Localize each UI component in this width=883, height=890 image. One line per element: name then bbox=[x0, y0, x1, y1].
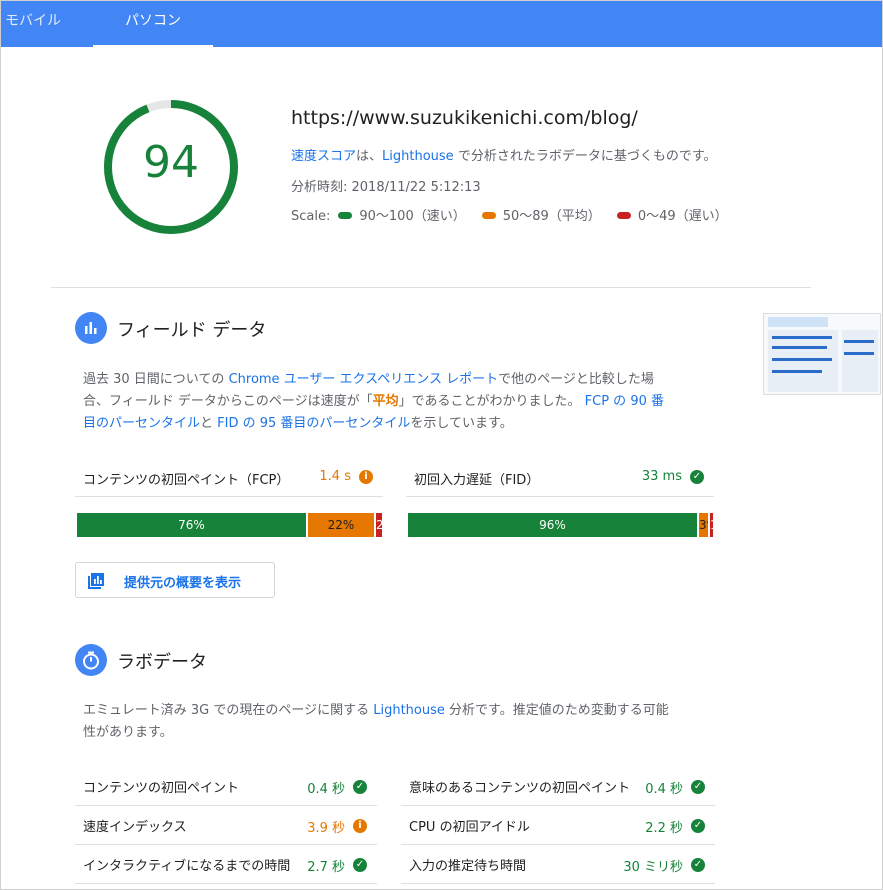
lab-metric-row: CPU の初回アイドル 2.2 秒 ✓ bbox=[401, 806, 715, 845]
info-icon: i bbox=[353, 819, 367, 833]
fid-bar-segment: 3% bbox=[699, 513, 708, 537]
fcp-metric-row: コンテンツの初回ペイント（FCP） 1.4 s i bbox=[75, 457, 383, 497]
bar-chart-icon bbox=[75, 312, 107, 344]
summary-divider bbox=[51, 287, 811, 288]
field-data-title: フィールド データ bbox=[117, 320, 267, 341]
score-scale: Scale: 90〜100（速い） 50〜89（平均） 0〜49（遅い） bbox=[291, 205, 728, 224]
fid-metric-row: 初回入力遅延（FID） 33 ms ✓ bbox=[406, 457, 714, 497]
lab-metric-row: 入力の推定待ち時間 30 ミリ秒 ✓ bbox=[401, 845, 715, 884]
desc-text-tail: で分析されたラボデータに基づくものです。 bbox=[453, 149, 717, 164]
lab-metric-label: 入力の推定待ち時間 bbox=[409, 859, 527, 874]
lab-metric-label: 速度インデックス bbox=[83, 820, 187, 835]
check-icon: ✓ bbox=[691, 858, 705, 872]
average-pill-icon bbox=[481, 212, 496, 219]
lab-metric-value: 0.4 秒 bbox=[307, 782, 345, 797]
show-origin-summary-button[interactable]: 提供元の概要を表示 bbox=[75, 562, 275, 598]
fcp-percentile-link[interactable]: FCP の 90 番 bbox=[585, 394, 664, 409]
check-icon: ✓ bbox=[353, 780, 367, 794]
lab-desc-text: エミュレート済み 3G での現在のページに関する bbox=[83, 703, 374, 718]
page-thumbnail bbox=[763, 313, 881, 395]
field-desc-text-4: 」であることがわかりました。 bbox=[398, 394, 585, 409]
score-value: 94 bbox=[143, 137, 199, 188]
fcp-label: コンテンツの初回ペイント（FCP） bbox=[83, 473, 290, 488]
analyzed-url: https://www.suzukikenichi.com/blog/ bbox=[291, 107, 638, 129]
lab-metric-value: 3.9 秒 bbox=[307, 821, 345, 836]
check-icon: ✓ bbox=[691, 780, 705, 794]
check-icon: ✓ bbox=[353, 858, 367, 872]
lab-metric-label: CPU の初回アイドル bbox=[409, 820, 530, 835]
scale-fast: 90〜100（速い） bbox=[359, 209, 466, 224]
fcp-value: 1.4 s bbox=[319, 469, 351, 484]
scale-slow: 0〜49（遅い） bbox=[637, 209, 728, 224]
info-icon: i bbox=[359, 470, 373, 484]
lab-metric-label: 意味のあるコンテンツの初回ペイント bbox=[409, 781, 631, 796]
speed-score-link[interactable]: 速度スコア bbox=[291, 149, 356, 164]
desc-text: は、 bbox=[356, 149, 383, 164]
lab-data-title: ラボデータ bbox=[117, 652, 207, 673]
score-description: 速度スコアは、Lighthouse で分析されたラボデータに基づくものです。 bbox=[291, 145, 717, 164]
lab-desc-text-2: 分析です。推定値のため変動する可能 bbox=[444, 703, 669, 718]
lab-lighthouse-link[interactable]: Lighthouse bbox=[373, 703, 445, 718]
library-chart-icon bbox=[88, 573, 104, 589]
slow-pill-icon bbox=[616, 212, 631, 219]
crux-report-link[interactable]: Chrome ユーザー エクスペリエンス レポート bbox=[229, 372, 499, 387]
device-tabbar: モバイル パソコン bbox=[1, 1, 882, 47]
lighthouse-link[interactable]: Lighthouse bbox=[382, 149, 454, 164]
lab-metric-value: 0.4 秒 bbox=[645, 782, 683, 797]
check-icon: ✓ bbox=[691, 819, 705, 833]
field-desc-text-2: で他のページと比較した場 bbox=[498, 372, 654, 387]
lab-metric-label: インタラクティブになるまでの時間 bbox=[83, 859, 291, 874]
field-desc-text-6: を示しています。 bbox=[410, 416, 513, 431]
fid-percentile-link[interactable]: FID の 95 番目のパーセンタイル bbox=[217, 416, 410, 431]
lab-metric-value: 2.7 秒 bbox=[307, 860, 345, 875]
fid-label: 初回入力遅延（FID） bbox=[414, 473, 540, 488]
lab-metric-value: 2.2 秒 bbox=[645, 821, 683, 836]
tab-desktop[interactable]: パソコン bbox=[93, 1, 213, 47]
fast-pill-icon bbox=[338, 212, 353, 219]
lab-metric-label: コンテンツの初回ペイント bbox=[83, 781, 240, 796]
scale-average: 50〜89（平均） bbox=[502, 209, 601, 224]
field-desc-text-3: 合、フィールド データからこのページは速度が「 bbox=[83, 394, 373, 409]
stopwatch-icon bbox=[75, 644, 107, 676]
fcp-bar-segment: 76% bbox=[77, 513, 306, 537]
field-desc-text-5: と bbox=[200, 416, 218, 431]
lab-metric-row: インタラクティブになるまでの時間 2.7 秒 ✓ bbox=[75, 845, 377, 884]
field-desc-text: 過去 30 日間についての bbox=[83, 372, 229, 387]
check-icon: ✓ bbox=[690, 470, 704, 484]
lab-desc-text-3: 性があります。 bbox=[83, 725, 173, 740]
psi-report: モバイル パソコン 94 https://www.suzukikenichi.c… bbox=[0, 0, 883, 890]
field-data-description: 過去 30 日間についての Chrome ユーザー エクスペリエンス レポートで… bbox=[83, 369, 723, 435]
fcp-bar-segment: 2% bbox=[376, 513, 382, 537]
fcp-percentile-link-cont[interactable]: 目のパーセンタイル bbox=[83, 416, 200, 431]
fid-bar-segment: 96% bbox=[408, 513, 697, 537]
field-category-average: 平均 bbox=[372, 394, 399, 409]
tab-mobile[interactable]: モバイル bbox=[1, 1, 65, 47]
lab-metric-row: コンテンツの初回ペイント 0.4 秒 ✓ bbox=[75, 767, 377, 806]
fid-bar-segment: 1% bbox=[710, 513, 713, 537]
scale-label: Scale: bbox=[291, 209, 331, 224]
lab-metric-value: 30 ミリ秒 bbox=[623, 860, 683, 875]
lab-metric-row: 意味のあるコンテンツの初回ペイント 0.4 秒 ✓ bbox=[401, 767, 715, 806]
show-origin-summary-label: 提供元の概要を表示 bbox=[124, 576, 242, 591]
analysis-time: 分析時刻: 2018/11/22 5:12:13 bbox=[291, 180, 481, 195]
fcp-bar-segment: 22% bbox=[308, 513, 374, 537]
lab-metric-row: 速度インデックス 3.9 秒 i bbox=[75, 806, 377, 845]
lab-data-description: エミュレート済み 3G での現在のページに関する Lighthouse 分析です… bbox=[83, 700, 723, 744]
fid-value: 33 ms bbox=[641, 469, 682, 484]
